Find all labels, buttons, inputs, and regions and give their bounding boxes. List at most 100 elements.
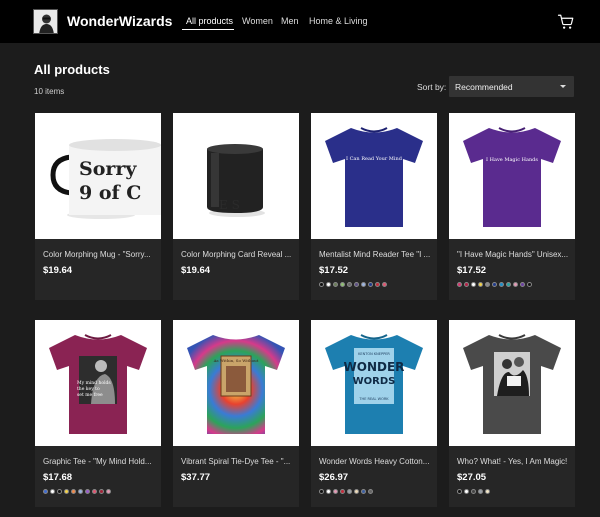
color-swatch[interactable] bbox=[361, 489, 366, 494]
svg-text:the key to: the key to bbox=[77, 386, 100, 392]
product-image-tie-dye-tee[interactable]: As Within, So Without bbox=[173, 320, 299, 446]
color-swatch[interactable] bbox=[485, 489, 490, 494]
color-swatch[interactable] bbox=[50, 489, 55, 494]
color-swatch[interactable] bbox=[319, 489, 324, 494]
color-swatch[interactable] bbox=[85, 489, 90, 494]
color-swatch[interactable] bbox=[457, 489, 462, 494]
product-title[interactable]: Graphic Tee - "My Mind Hold... bbox=[43, 457, 155, 466]
product-title[interactable]: Wonder Words Heavy Cotton... bbox=[319, 457, 431, 466]
color-swatch[interactable] bbox=[92, 489, 97, 494]
product-title[interactable]: Color Morphing Mug - "Sorry... bbox=[43, 250, 155, 259]
color-swatch[interactable] bbox=[464, 282, 469, 287]
color-swatch[interactable] bbox=[333, 489, 338, 494]
product-image-wonder-words-tee[interactable]: KENTON KNEPPER WONDER WORDS THE REAL WOR… bbox=[311, 320, 437, 446]
color-swatch[interactable] bbox=[464, 489, 469, 494]
active-nav-underline bbox=[182, 29, 234, 30]
color-swatch[interactable] bbox=[478, 489, 483, 494]
color-swatch[interactable] bbox=[527, 282, 532, 287]
product-image-blue-tee[interactable]: I Can Read Your Mind bbox=[311, 113, 437, 239]
product-title[interactable]: "I Have Magic Hands" Unisex... bbox=[457, 250, 569, 259]
color-swatch[interactable] bbox=[506, 282, 511, 287]
page-title: All products bbox=[34, 62, 110, 77]
color-swatch[interactable] bbox=[64, 489, 69, 494]
product-title[interactable]: Vibrant Spiral Tie-Dye Tee - "... bbox=[181, 457, 293, 466]
product-price: $17.52 bbox=[319, 265, 349, 276]
product-title[interactable]: Color Morphing Card Reveal ... bbox=[181, 250, 293, 259]
color-swatch[interactable] bbox=[326, 489, 331, 494]
product-title[interactable]: Who? What! - Yes, I Am Magic! bbox=[457, 457, 569, 466]
svg-text:set me free: set me free bbox=[77, 392, 103, 398]
svg-text:As Within, So Without: As Within, So Without bbox=[213, 358, 259, 363]
color-swatch[interactable] bbox=[368, 489, 373, 494]
shopping-cart-icon[interactable] bbox=[557, 13, 575, 31]
color-swatch[interactable] bbox=[78, 489, 83, 494]
svg-text:I Have Magic Hands: I Have Magic Hands bbox=[486, 157, 538, 163]
product-card[interactable]: E S Color Morphing Card Reveal ... $19.6… bbox=[173, 113, 299, 300]
svg-text:Sorry: Sorry bbox=[79, 158, 137, 180]
color-swatch[interactable] bbox=[347, 282, 352, 287]
product-price: $17.52 bbox=[457, 265, 487, 276]
color-swatch[interactable] bbox=[361, 282, 366, 287]
svg-text:E S: E S bbox=[219, 198, 240, 212]
svg-text:WORDS: WORDS bbox=[353, 376, 396, 387]
color-swatch[interactable] bbox=[478, 282, 483, 287]
color-swatch[interactable] bbox=[333, 282, 338, 287]
color-swatch[interactable] bbox=[347, 489, 352, 494]
color-swatch[interactable] bbox=[471, 489, 476, 494]
color-swatch[interactable] bbox=[71, 489, 76, 494]
svg-text:KENTON KNEPPER: KENTON KNEPPER bbox=[358, 352, 390, 356]
product-card[interactable]: KENTON KNEPPER WONDER WORDS THE REAL WOR… bbox=[311, 320, 437, 507]
color-swatch[interactable] bbox=[457, 282, 462, 287]
color-swatch[interactable] bbox=[485, 282, 490, 287]
product-card[interactable]: As Within, So Without Vibrant Spiral Tie… bbox=[173, 320, 299, 507]
sort-dropdown[interactable]: Recommended bbox=[449, 76, 574, 97]
color-swatch[interactable] bbox=[513, 282, 518, 287]
svg-text:WONDER: WONDER bbox=[344, 360, 405, 374]
brand-name[interactable]: WonderWizards bbox=[67, 13, 172, 29]
color-swatch[interactable] bbox=[368, 282, 373, 287]
product-image-purple-tee[interactable]: I Have Magic Hands bbox=[449, 113, 575, 239]
svg-text:THE REAL WORK: THE REAL WORK bbox=[358, 397, 389, 401]
product-image-black-mug[interactable]: E S bbox=[173, 113, 299, 239]
product-price: $26.97 bbox=[319, 472, 349, 483]
product-card[interactable]: My mind holds the key to set me free Gra… bbox=[35, 320, 161, 507]
nav-women[interactable]: Women bbox=[242, 16, 273, 26]
product-image-mug[interactable]: Sorry 9 of C bbox=[35, 113, 161, 239]
color-swatches bbox=[319, 282, 387, 288]
color-swatch[interactable] bbox=[99, 489, 104, 494]
product-card[interactable]: I Can Read Your Mind Mentalist Mind Read… bbox=[311, 113, 437, 300]
color-swatch[interactable] bbox=[340, 489, 345, 494]
nav-home-living[interactable]: Home & Living bbox=[309, 16, 368, 26]
product-card[interactable]: I Have Magic Hands "I Have Magic Hands" … bbox=[449, 113, 575, 300]
color-swatch[interactable] bbox=[354, 489, 359, 494]
brand-logo[interactable] bbox=[33, 9, 58, 34]
product-price: $19.64 bbox=[181, 265, 211, 276]
color-swatch[interactable] bbox=[57, 489, 62, 494]
product-image-photo-tee[interactable] bbox=[449, 320, 575, 446]
color-swatch[interactable] bbox=[326, 282, 331, 287]
product-price: $27.05 bbox=[457, 472, 487, 483]
nav-men[interactable]: Men bbox=[281, 16, 299, 26]
product-title[interactable]: Mentalist Mind Reader Tee "I ... bbox=[319, 250, 431, 259]
color-swatch[interactable] bbox=[43, 489, 48, 494]
color-swatch[interactable] bbox=[382, 282, 387, 287]
product-image-maroon-tee[interactable]: My mind holds the key to set me free bbox=[35, 320, 161, 446]
color-swatch[interactable] bbox=[354, 282, 359, 287]
product-card[interactable]: Sorry 9 of C Color Morphing Mug - "Sorry… bbox=[35, 113, 161, 300]
color-swatch[interactable] bbox=[520, 282, 525, 287]
product-price: $37.77 bbox=[181, 472, 211, 483]
color-swatches bbox=[457, 282, 532, 288]
color-swatch[interactable] bbox=[499, 282, 504, 287]
color-swatch[interactable] bbox=[375, 282, 380, 287]
color-swatch[interactable] bbox=[471, 282, 476, 287]
color-swatch[interactable] bbox=[340, 282, 345, 287]
product-card[interactable]: Who? What! - Yes, I Am Magic! $27.05 bbox=[449, 320, 575, 507]
sort-label: Sort by: bbox=[417, 82, 447, 92]
top-navigation-bar: WonderWizards All products Women Men Hom… bbox=[0, 0, 600, 43]
color-swatch[interactable] bbox=[319, 282, 324, 287]
product-price: $17.68 bbox=[43, 472, 73, 483]
color-swatch[interactable] bbox=[492, 282, 497, 287]
svg-text:My mind holds: My mind holds bbox=[77, 380, 111, 386]
color-swatch[interactable] bbox=[106, 489, 111, 494]
nav-all-products[interactable]: All products bbox=[186, 16, 233, 26]
